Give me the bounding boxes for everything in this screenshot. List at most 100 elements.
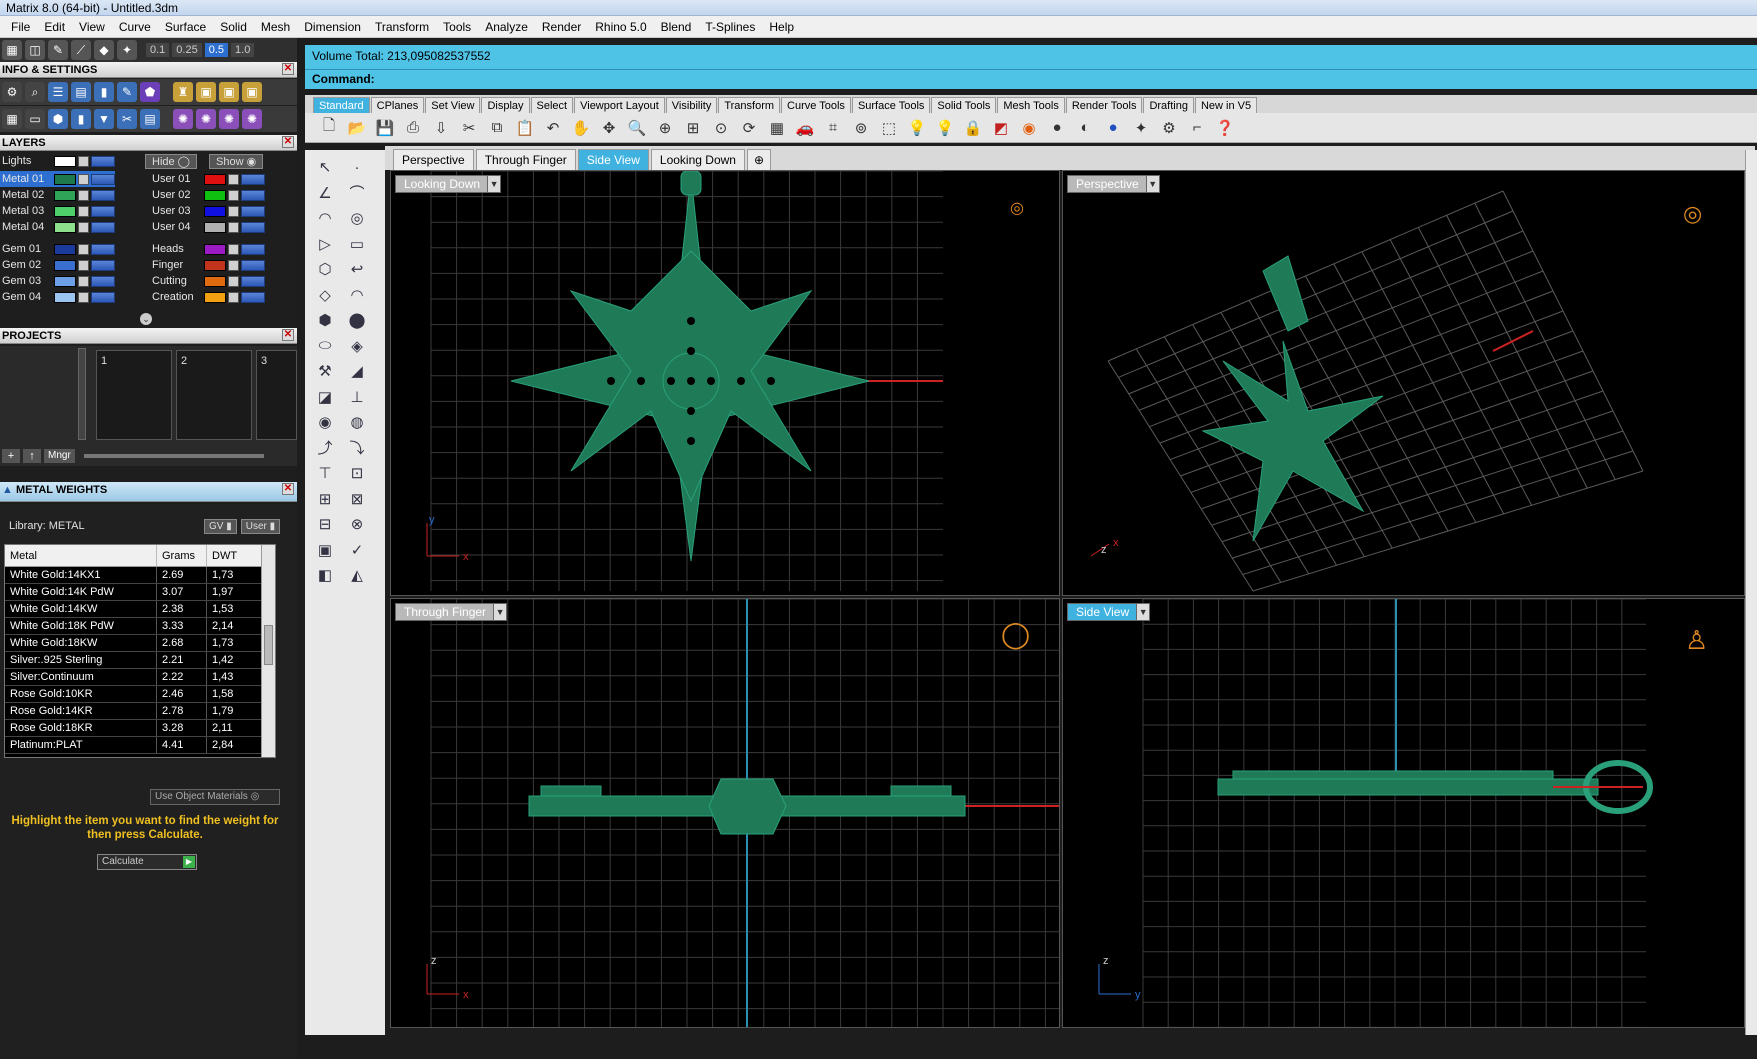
cylinder-icon[interactable]: ⬭ bbox=[311, 333, 339, 359]
twist-icon[interactable]: ⊗ bbox=[343, 511, 371, 537]
gear-icon[interactable]: ⚙ bbox=[2, 82, 22, 102]
chevron-down-icon[interactable]: ▼ bbox=[487, 176, 501, 192]
hide-button[interactable]: Hide ◯ bbox=[145, 153, 197, 169]
table-row[interactable]: Rose Gold:18KR 3.28 2,11 bbox=[5, 720, 275, 737]
gem-icon[interactable]: ◆ bbox=[94, 40, 114, 60]
chevron-down-icon[interactable]: ▼ bbox=[493, 604, 507, 620]
lock-icon[interactable] bbox=[228, 221, 239, 233]
tab-perspective[interactable]: Perspective bbox=[393, 149, 474, 170]
menu-render[interactable]: Render bbox=[535, 20, 588, 34]
viewport-label-looking-down[interactable]: Looking Down ▼ bbox=[395, 175, 502, 193]
edit-icon[interactable]: ✎ bbox=[117, 82, 137, 102]
viewport-label-perspective[interactable]: Perspective ▼ bbox=[1067, 175, 1160, 193]
pan-hand-icon[interactable]: ✋ bbox=[569, 116, 593, 140]
zoom-option[interactable]: 1.0 bbox=[231, 43, 255, 57]
column-grams[interactable]: Grams bbox=[157, 545, 207, 566]
tab-side-view[interactable]: Side View bbox=[577, 149, 649, 170]
zoom-icon[interactable]: 🔍 bbox=[625, 116, 649, 140]
layer-color-swatch[interactable] bbox=[54, 259, 76, 271]
osnap-icon[interactable]: ⊚ bbox=[849, 116, 873, 140]
layer-visibility-toggle[interactable] bbox=[91, 291, 115, 303]
tab-visibility[interactable]: Visibility bbox=[665, 97, 718, 113]
tab-standard[interactable]: Standard bbox=[313, 97, 370, 113]
layer-visibility-toggle[interactable] bbox=[241, 189, 265, 201]
trim-icon[interactable]: ◪ bbox=[311, 384, 339, 410]
zoom-option[interactable]: 0.1 bbox=[146, 43, 170, 57]
add-icon[interactable]: + bbox=[2, 449, 20, 463]
chevron-down-icon[interactable]: ▼ bbox=[1136, 604, 1150, 620]
color-wheel-icon[interactable]: ◉ bbox=[1017, 116, 1041, 140]
save-icon[interactable]: 💾 bbox=[373, 116, 397, 140]
layer-icon[interactable]: ◩ bbox=[989, 116, 1013, 140]
scissors-icon[interactable]: ✂ bbox=[117, 109, 137, 129]
layer-visibility-toggle[interactable] bbox=[241, 221, 265, 233]
collapse-icon[interactable]: ⌄ bbox=[140, 313, 152, 325]
menu-surface[interactable]: Surface bbox=[158, 20, 213, 34]
sphere-icon[interactable]: ⬤ bbox=[343, 307, 371, 333]
user-toggle[interactable]: User ▮ bbox=[240, 519, 281, 534]
projects-scrollbar[interactable] bbox=[78, 348, 86, 440]
tab-surface-tools[interactable]: Surface Tools bbox=[851, 97, 931, 113]
magic-icon[interactable]: ✺ bbox=[242, 109, 262, 129]
point-icon[interactable]: · bbox=[343, 154, 371, 180]
layer-visibility-toggle[interactable] bbox=[241, 205, 265, 217]
layer-visibility-toggle[interactable] bbox=[91, 205, 115, 217]
lock-icon[interactable] bbox=[78, 291, 89, 303]
layer-visibility-toggle[interactable] bbox=[91, 243, 115, 255]
menu-curve[interactable]: Curve bbox=[112, 20, 158, 34]
new-file-icon[interactable]: 🗋 bbox=[317, 116, 341, 140]
zoom-option-selected[interactable]: 0.5 bbox=[204, 43, 229, 57]
curve-icon[interactable]: ⌒ bbox=[343, 180, 371, 206]
lock-icon[interactable] bbox=[78, 173, 89, 185]
help-icon[interactable]: ❓ bbox=[1213, 116, 1237, 140]
render-icon[interactable]: ✦ bbox=[1129, 116, 1153, 140]
tab-looking-down[interactable]: Looking Down bbox=[650, 149, 745, 170]
table-row[interactable]: Rose Gold:14KR 2.78 1,79 bbox=[5, 703, 275, 720]
window-icon[interactable]: ▭ bbox=[25, 109, 45, 129]
tab-set-view[interactable]: Set View bbox=[425, 97, 481, 113]
magic-icon[interactable]: ✺ bbox=[196, 109, 216, 129]
menu-file[interactable]: File bbox=[4, 20, 37, 34]
up-icon[interactable]: ↑ bbox=[23, 449, 41, 463]
project-slot[interactable]: 2 bbox=[176, 350, 252, 440]
menu-transform[interactable]: Transform bbox=[368, 20, 436, 34]
layer-color-swatch[interactable] bbox=[54, 189, 76, 201]
zoom-option[interactable]: 0.25 bbox=[172, 43, 202, 57]
viewport-side-view[interactable]: ♙ y z Side View ▼ bbox=[1062, 598, 1745, 1028]
close-icon[interactable]: ✕ bbox=[282, 329, 294, 341]
lock-icon[interactable] bbox=[78, 221, 89, 233]
layer-color-swatch[interactable] bbox=[54, 205, 76, 217]
gv-toggle[interactable]: GV ▮ bbox=[204, 519, 237, 534]
layer-visibility-toggle[interactable] bbox=[241, 259, 265, 271]
triangle-icon[interactable]: ▷ bbox=[311, 231, 339, 257]
tab-new-in-v5[interactable]: New in V5 bbox=[1194, 97, 1258, 113]
tool-icon[interactable]: ♜ bbox=[173, 82, 193, 102]
layer-color-swatch[interactable] bbox=[54, 291, 76, 303]
lock-icon[interactable] bbox=[78, 243, 89, 255]
layer-row[interactable]: Creation bbox=[150, 289, 265, 305]
rendered-icon[interactable]: ◐ bbox=[1073, 116, 1097, 140]
layer-color-swatch[interactable] bbox=[204, 291, 226, 303]
zoom-extents-icon[interactable]: ⊞ bbox=[681, 116, 705, 140]
table-row[interactable]: White Gold:14KW 2.38 1,53 bbox=[5, 601, 275, 618]
table-row[interactable]: White Gold:18KW 2.68 1,73 bbox=[5, 635, 275, 652]
folder-icon[interactable]: ▤ bbox=[71, 82, 91, 102]
light-icon[interactable]: 💡 bbox=[905, 116, 929, 140]
dimension-icon[interactable]: ⌐ bbox=[1185, 116, 1209, 140]
pen-icon[interactable]: ✎ bbox=[48, 40, 68, 60]
print-icon[interactable]: ⎙ bbox=[401, 116, 425, 140]
table-row[interactable]: Rose Gold:10KR 2.46 1,58 bbox=[5, 686, 275, 703]
fold-icon[interactable]: ◢ bbox=[343, 358, 371, 384]
layer-color-swatch[interactable] bbox=[204, 221, 226, 233]
lock-icon[interactable] bbox=[78, 189, 89, 201]
use-object-materials-toggle[interactable]: Use Object Materials ◎ bbox=[150, 789, 280, 805]
lock-icon[interactable]: 🔒 bbox=[961, 116, 985, 140]
calculate-button[interactable]: Calculate ▶ bbox=[97, 854, 197, 870]
layer-row[interactable]: Gem 02 bbox=[0, 257, 115, 273]
grid-array-icon[interactable]: ⊞ bbox=[311, 486, 339, 512]
sweep-icon[interactable]: ◠ bbox=[343, 282, 371, 308]
layout-icon[interactable]: ▦ bbox=[2, 40, 22, 60]
column-metal[interactable]: Metal bbox=[5, 545, 157, 566]
layer-visibility-toggle[interactable] bbox=[241, 275, 265, 287]
grid-icon[interactable]: ▦ bbox=[2, 109, 22, 129]
